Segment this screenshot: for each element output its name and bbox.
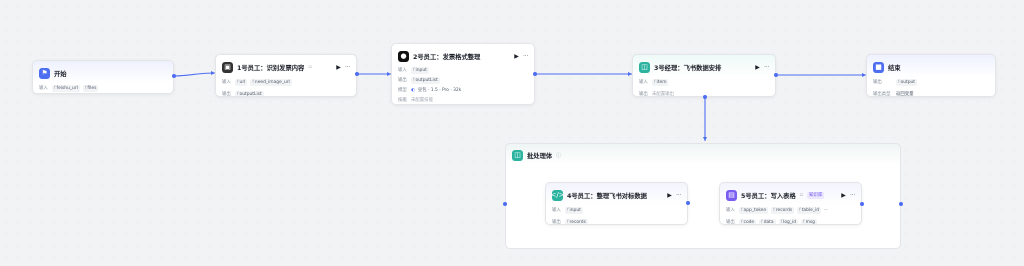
node-3[interactable]: ◫ 3号经理：飞书数据安排 ▶ ··· 输入 fitem 输出 未配置输出 <box>632 54 776 97</box>
node-title: 4号员工：整理飞书对标数据 <box>567 192 647 200</box>
code-icon: </> <box>550 189 565 201</box>
run-button[interactable]: ▶ <box>667 192 672 199</box>
port-start-out[interactable] <box>172 74 176 78</box>
output-label: 输出 <box>222 92 231 97</box>
port-node5-out[interactable] <box>860 202 864 206</box>
node-1[interactable]: ▣ 1号员工：识别发票内容 ▫ ▶ ··· 输入 furl fneed_imag… <box>215 54 357 97</box>
input-tag: ffiles <box>82 84 99 92</box>
knowledge-badge: 知识库 <box>807 191 825 199</box>
node-title: 结束 <box>888 64 901 72</box>
output-value: 未配置输出 <box>652 92 674 97</box>
input-tag: frecords <box>771 206 795 214</box>
output-tag: foutput <box>896 78 918 86</box>
model-name: 豆包 · 1.5 · Pro · 32k <box>417 88 462 93</box>
image-icon: ▣ <box>222 61 233 73</box>
port-node3-out[interactable] <box>774 73 778 77</box>
input-tag: fapp_token <box>739 206 769 214</box>
output-tag: frecords <box>565 218 588 225</box>
input-label: 输入 <box>726 208 735 213</box>
run-button[interactable]: ▶ <box>514 53 519 60</box>
output-label: 输出 <box>639 92 648 97</box>
model-icon: ◐ <box>411 87 415 93</box>
output-tag: fcode <box>739 218 757 225</box>
input-tag: ftable_id <box>797 206 822 214</box>
info-icon[interactable]: ⓘ <box>556 152 561 159</box>
output-tag: fmsg <box>801 218 817 225</box>
port-node1-out[interactable] <box>355 72 359 76</box>
group-title: 批处理体 <box>527 152 553 160</box>
model-label: 模型 <box>398 88 407 93</box>
node-title: 2号员工：发票格式整理 <box>413 53 481 61</box>
node-title: 3号经理：飞书数据安排 <box>654 64 722 72</box>
output-label: 输出 <box>552 220 561 225</box>
start-node[interactable]: ⚑ 开始 输入 ffeishu_url ffiles <box>32 60 174 94</box>
run-button[interactable]: ▶ <box>755 64 760 71</box>
input-tag: ffeishu_url <box>52 84 80 92</box>
output-tag: fdata <box>759 218 776 225</box>
input-tag: fneed_image_url <box>250 78 292 86</box>
batch-icon: ◫ <box>512 149 523 161</box>
output-type-label: 输出类型 <box>873 92 891 97</box>
output-label: 输出 <box>873 80 882 85</box>
input-tag: finput <box>565 206 583 214</box>
llm-icon: ● <box>398 50 409 62</box>
output-type-value: 返回变量 <box>896 92 914 97</box>
more-button[interactable]: ··· <box>523 52 529 60</box>
end-icon: ■ <box>873 61 884 73</box>
input-label: 输入 <box>552 208 561 213</box>
output-label: 输出 <box>398 78 407 83</box>
port-node3-bottom[interactable] <box>703 95 707 99</box>
port-group-out[interactable] <box>899 202 903 206</box>
end-node[interactable]: ■ 结束 输出 foutput 输出类型 返回变量 <box>866 54 996 97</box>
port-node4-out[interactable] <box>686 201 690 205</box>
skill-value: 未配置技能 <box>411 98 433 103</box>
plugin-icon: ▤ <box>726 189 737 201</box>
input-label: 输入 <box>39 86 48 91</box>
run-button[interactable]: ▶ <box>336 64 341 71</box>
manager-icon: ◫ <box>639 61 650 73</box>
tag-icon: ▫ <box>308 64 312 70</box>
node-title: 5号员工：写入表格 <box>741 192 796 200</box>
more-button[interactable]: ··· <box>850 191 856 199</box>
more-inputs-icon[interactable]: ··· <box>824 207 828 213</box>
output-label: 输出 <box>726 220 735 225</box>
tag-icon: ▫ <box>799 192 804 198</box>
port-group-in[interactable] <box>503 202 507 206</box>
node-title: 开始 <box>54 70 67 78</box>
flag-icon: ⚑ <box>39 67 50 79</box>
node-4[interactable]: </> 4号员工：整理飞书对标数据 ▶ ··· 输入 finput 输出 fre… <box>545 182 688 225</box>
run-button[interactable]: ▶ <box>841 192 846 199</box>
node-2[interactable]: ● 2号员工：发票格式整理 ▶ ··· 输入 finput 输出 foutput… <box>391 43 535 105</box>
input-label: 输入 <box>222 80 231 85</box>
more-button[interactable]: ··· <box>764 63 770 71</box>
more-button[interactable]: ··· <box>676 191 682 199</box>
output-tag: foutputList <box>235 90 264 97</box>
port-node2-out[interactable] <box>533 72 537 76</box>
more-button[interactable]: ··· <box>345 63 351 71</box>
node-title: 1号员工：识别发票内容 <box>237 64 305 72</box>
node-5[interactable]: ▤ 5号员工：写入表格 ▫ 知识库 ▶ ··· 输入 fapp_token fr… <box>719 182 862 225</box>
skill-label: 技能 <box>398 98 407 103</box>
input-label: 输入 <box>398 68 407 73</box>
output-tag: flog_id <box>778 218 799 225</box>
input-tag: fitem <box>652 78 669 86</box>
input-tag: furl <box>235 78 248 86</box>
input-label: 输入 <box>639 80 648 85</box>
input-tag: finput <box>411 66 429 74</box>
output-tag: foutputList <box>411 76 440 84</box>
